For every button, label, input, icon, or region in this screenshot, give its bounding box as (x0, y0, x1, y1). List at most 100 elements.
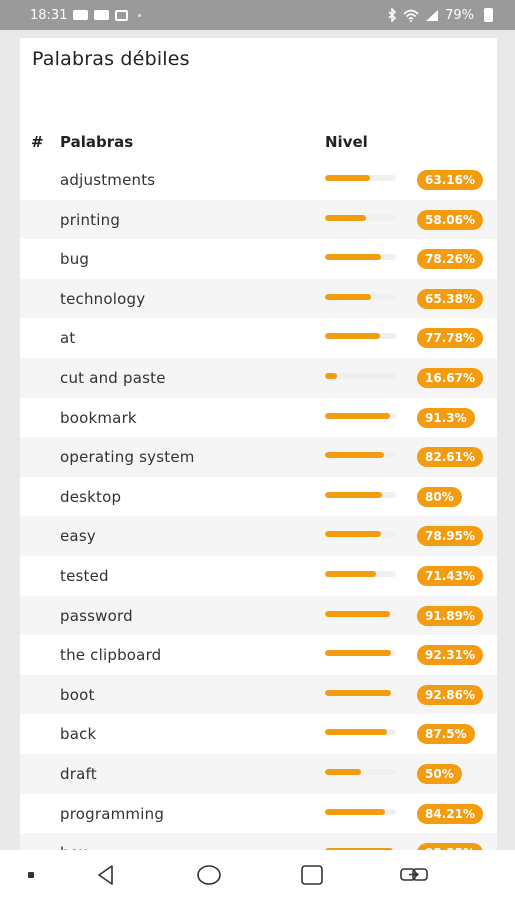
level-bar-fill (325, 214, 367, 221)
word-cell: boot (60, 685, 95, 704)
level-badge: 80% (417, 486, 462, 507)
level-bar-fill (325, 689, 391, 696)
level-bar (325, 531, 396, 538)
level-bar (325, 452, 396, 459)
table-header: # Palabras Nivel (20, 121, 497, 161)
level-badge: 77.78% (417, 328, 483, 349)
table-row: printing 58.06% (20, 199, 497, 240)
level-bar-fill (325, 412, 390, 419)
recents-icon[interactable] (300, 863, 324, 887)
level-bar (325, 768, 396, 775)
word-cell: tested (60, 566, 109, 585)
level-bar-fill (325, 570, 376, 577)
card-title: Palabras débiles (32, 48, 190, 70)
level-badge: 91.3% (417, 407, 475, 428)
level-bar-fill (325, 768, 361, 775)
level-badge: 92.86% (417, 684, 483, 705)
word-cell: desktop (60, 487, 122, 506)
bluetooth-icon (388, 8, 397, 22)
table-row: back 87.5% (20, 714, 497, 754)
table-row: adjustments 63.16% (20, 160, 497, 200)
word-cell: adjustments (60, 171, 156, 189)
table-row: the clipboard 92.31% (20, 635, 497, 675)
level-bar (325, 689, 396, 696)
status-bar: 18:31 79% (0, 0, 515, 30)
table-row: at 77.78% (20, 318, 497, 358)
level-bar-fill (325, 808, 385, 815)
navigation-bar (0, 850, 515, 900)
table-body: adjustments 63.16% printing 58.06% bug 78.26%… (20, 160, 497, 850)
level-badge: 87.5% (417, 724, 475, 745)
word-cell: back (60, 725, 97, 744)
level-badge: 78.26% (417, 249, 483, 270)
status-time: 18:31 (30, 7, 68, 23)
level-bar-fill (325, 729, 388, 736)
wifi-icon (403, 9, 419, 22)
level-bar (325, 372, 396, 379)
message-icon (73, 10, 89, 20)
level-badge: 63.16% (417, 170, 483, 190)
level-bar-fill (325, 254, 381, 261)
message-icon (94, 10, 110, 20)
level-badge: 78.95% (417, 526, 483, 547)
table-row: programming 84.21% (20, 793, 497, 834)
table-row: box95.35% (20, 833, 497, 850)
table-row: bookmark 91.3% (20, 397, 497, 438)
word-cell: password (60, 606, 133, 625)
level-badge: 95.35% (417, 843, 483, 850)
word-cell: the clipboard (60, 646, 162, 665)
menu-dot-icon[interactable] (28, 872, 34, 878)
level-bar-fill (325, 610, 391, 617)
battery-icon (484, 8, 493, 22)
image-icon (115, 9, 129, 21)
table-row: bug 78.26% (20, 239, 497, 279)
level-bar (325, 254, 396, 261)
battery-percent: 79% (445, 7, 474, 23)
word-cell: operating system (60, 448, 195, 467)
level-bar-fill (325, 452, 384, 459)
level-badge: 50% (417, 763, 462, 784)
level-bar (325, 333, 396, 340)
word-cell: bug (60, 250, 90, 269)
level-bar (325, 412, 396, 419)
table-row: password 91.89% (20, 595, 497, 636)
level-bar (325, 293, 396, 300)
level-badge: 82.61% (417, 447, 483, 468)
column-header-index: # (31, 133, 44, 151)
home-icon[interactable] (196, 863, 222, 887)
table-row: desktop 80% (20, 476, 497, 517)
level-bar-fill (325, 293, 372, 300)
word-cell: at (60, 329, 76, 348)
level-bar-fill (325, 650, 391, 657)
level-bar (325, 175, 396, 181)
level-badge: 91.89% (417, 605, 483, 626)
word-cell: draft (60, 764, 97, 783)
word-cell: printing (60, 210, 121, 229)
word-cell: cut and paste (60, 368, 166, 387)
level-bar (325, 808, 396, 815)
table-row: tested 71.43% (20, 555, 497, 596)
word-cell: easy (60, 527, 96, 546)
table-row: draft 50% (20, 753, 497, 794)
level-badge: 92.31% (417, 645, 483, 666)
table-row: operating system 82.61% (20, 437, 497, 477)
level-bar-fill (325, 175, 370, 181)
weak-words-card: Palabras débiles # Palabras Nivel adjust… (20, 38, 497, 850)
level-bar (325, 729, 396, 736)
column-header-level: Nivel (325, 133, 368, 151)
level-bar (325, 491, 396, 498)
table-row: technology 65.38% (20, 278, 497, 319)
switch-app-icon[interactable] (398, 863, 432, 887)
level-badge: 16.67% (417, 367, 483, 388)
dot-icon (138, 13, 142, 17)
level-bar-fill (325, 531, 382, 538)
level-badge: 71.43% (417, 565, 483, 586)
table-row: cut and paste 16.67% (20, 357, 497, 398)
back-icon[interactable] (94, 863, 118, 887)
level-bar-fill (325, 491, 382, 498)
column-header-word: Palabras (60, 133, 134, 151)
status-left: 18:31 (30, 7, 142, 23)
signal-icon (426, 9, 439, 21)
word-cell: programming (60, 804, 165, 823)
level-badge: 84.21% (417, 803, 483, 824)
